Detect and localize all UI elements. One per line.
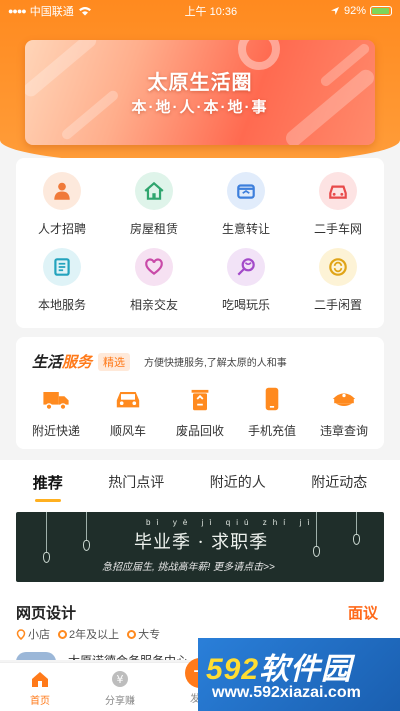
category-item[interactable]: 本地服务 — [16, 248, 108, 324]
job-salary: 面议 — [347, 605, 378, 622]
car-icon — [319, 172, 357, 210]
life-service-label: 附近快递 — [31, 424, 80, 438]
recycle-bin-icon — [186, 384, 214, 414]
status-bar: ●●●● 中国联通 上午 10:36 92% — [0, 0, 400, 22]
tab-label: 推荐 — [32, 475, 63, 492]
category-item[interactable]: 二手闲置 — [292, 248, 384, 324]
job-tags: 小店 2年及以上 大专 — [16, 626, 160, 642]
life-service-label: 废品回收 — [175, 424, 224, 438]
person-icon — [43, 172, 81, 210]
nav-item[interactable]: ¥ 分享赚 — [80, 663, 160, 711]
battery-icon — [370, 6, 392, 16]
promo-pinyin: bì yè jì qiú zhí jì — [146, 518, 316, 527]
company-logo — [16, 652, 56, 660]
active-tab-indicator — [34, 499, 61, 502]
life-title: 生活 — [32, 354, 63, 371]
job-tag: 大专 — [127, 626, 160, 642]
watermark-text: 软件园 — [259, 653, 353, 686]
clock: 上午 10:36 — [184, 6, 238, 18]
tab-label: 附近动态 — [311, 474, 368, 490]
car-front-icon — [114, 384, 142, 414]
feed-tab[interactable]: 热门点评 — [108, 472, 164, 502]
category-label: 房屋租赁 — [129, 222, 178, 236]
shop-icon — [227, 172, 265, 210]
category-label: 生意转让 — [221, 222, 270, 236]
category-label: 吃喝玩乐 — [221, 298, 270, 312]
location-pin-icon — [16, 628, 26, 640]
job-tag: 小店 — [16, 626, 50, 642]
police-cap-icon — [330, 384, 358, 414]
feed-tab[interactable]: 附近的人 — [210, 472, 266, 502]
feed-tab[interactable]: 推荐 — [33, 472, 63, 502]
coin-icon: ¥ — [110, 668, 130, 690]
job-tag: 2年及以上 — [58, 626, 119, 642]
category-label: 相亲交友 — [129, 298, 178, 312]
life-service-item[interactable]: 顺风车 — [93, 384, 163, 439]
phone-icon — [258, 384, 286, 414]
featured-badge: 精选 — [98, 352, 131, 371]
category-item[interactable]: 生意转让 — [200, 172, 292, 248]
category-item[interactable]: 二手车网 — [292, 172, 384, 248]
job-title[interactable]: 网页设计 — [16, 602, 76, 623]
life-service-item[interactable]: 附近快递 — [21, 384, 91, 439]
banner-title: 太原生活圈 — [147, 72, 253, 94]
location-arrow-icon — [330, 7, 339, 15]
svg-text:¥: ¥ — [117, 673, 124, 686]
signal-icon: ●●●● — [8, 6, 27, 16]
category-item[interactable]: 相亲交友 — [108, 248, 200, 324]
life-service-label: 违章查询 — [319, 424, 368, 438]
feed-tab[interactable]: 附近动态 — [311, 472, 367, 502]
life-service-item[interactable]: 违章查询 — [309, 384, 379, 439]
banner-subtitle: 本·地·人·本·地·事 — [131, 99, 269, 116]
hearts-icon — [135, 248, 173, 286]
life-service-item[interactable]: 废品回收 — [165, 384, 235, 439]
category-label: 二手闲置 — [313, 298, 362, 312]
category-item[interactable]: 房屋租赁 — [108, 172, 200, 248]
promo-title: 毕业季 · 求职季 — [134, 532, 269, 553]
life-service-item[interactable]: 手机充值 — [237, 384, 307, 439]
truck-icon — [42, 384, 70, 414]
life-service-label: 顺风车 — [109, 424, 146, 438]
graduation-promo-banner[interactable]: bì yè jì qiú zhí jì 毕业季 · 求职季 急招应届生, 挑战高… — [16, 512, 384, 582]
carrier-label: 中国联通 — [29, 6, 74, 18]
battery-percent: 92% — [343, 5, 366, 17]
nav-label: 分享赚 — [105, 695, 135, 707]
life-services-card: 生活 服务 精选 方便快捷服务,了解太原的人和事 附近快递 顺风车 废品回收 手机… — [16, 337, 384, 449]
life-description: 方便快捷服务,了解太原的人和事 — [144, 358, 287, 369]
life-service-label: 手机充值 — [247, 424, 296, 438]
category-label: 二手车网 — [313, 222, 362, 236]
category-item[interactable]: 吃喝玩乐 — [200, 248, 292, 324]
home-icon — [30, 668, 50, 690]
clock-icon — [58, 629, 67, 639]
document-icon — [43, 248, 81, 286]
category-card: 人才招聘 房屋租赁 生意转让 二手车网 本地服务 相亲交友 吃喝玩乐 二手闲置 — [16, 158, 384, 328]
promo-subtitle: 急招应届生, 挑战高年薪! 更多请点击>> — [102, 562, 275, 573]
watermark-url: www.592xiazai.com — [212, 684, 361, 701]
category-label: 人才招聘 — [37, 222, 86, 236]
site-watermark: 592软件园 www.592xiazai.com — [198, 638, 400, 711]
top-banner[interactable]: 太原生活圈 本·地·人·本·地·事 — [25, 40, 375, 145]
education-icon — [127, 629, 137, 639]
recycle-icon — [319, 248, 357, 286]
category-item[interactable]: 人才招聘 — [16, 172, 108, 248]
tab-label: 附近的人 — [209, 474, 266, 490]
company-name: 太原诺德会务服务中心 — [68, 652, 188, 660]
house-icon — [135, 172, 173, 210]
lollipop-icon — [227, 248, 265, 286]
category-label: 本地服务 — [37, 298, 86, 312]
nav-item[interactable]: 首页 — [0, 663, 80, 711]
wifi-icon — [78, 7, 91, 16]
tab-label: 热门点评 — [108, 474, 165, 490]
nav-label: 首页 — [30, 695, 50, 707]
life-title-accent: 服务 — [62, 354, 93, 371]
watermark-number: 592 — [206, 653, 260, 686]
feed-tabs: 推荐 热门点评 附近的人 附近动态 — [0, 460, 400, 510]
